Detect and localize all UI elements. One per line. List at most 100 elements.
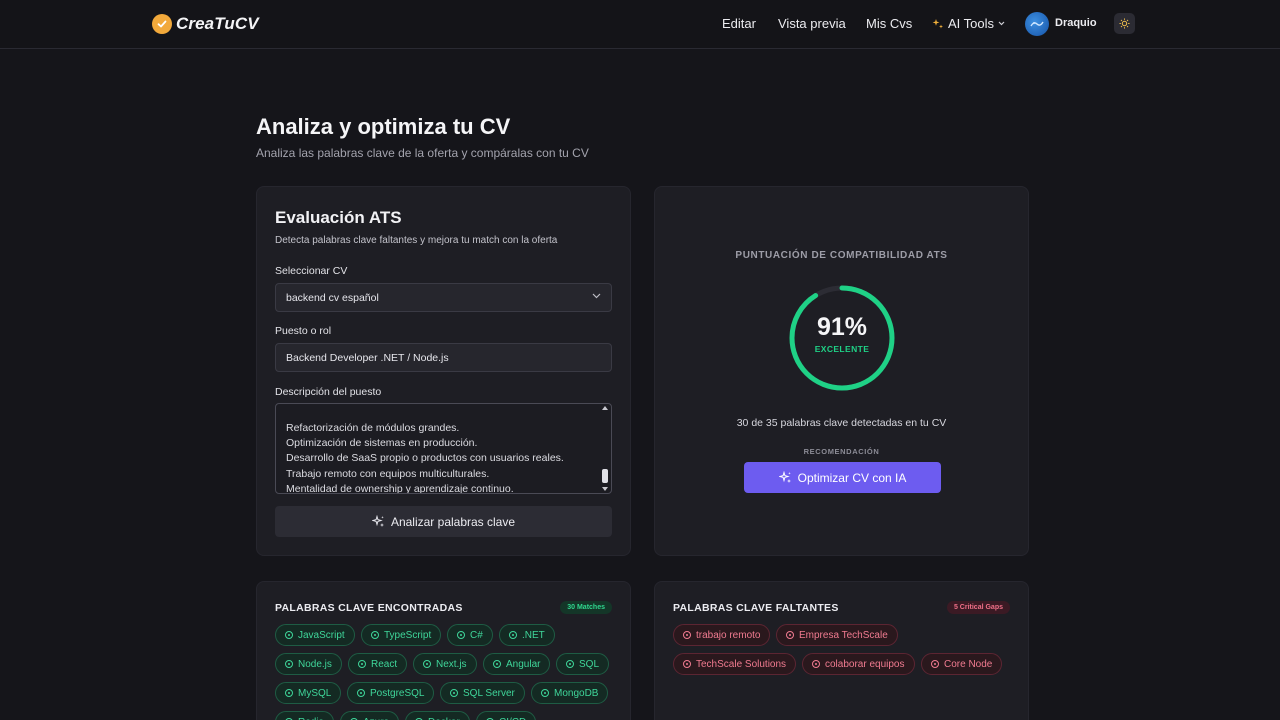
chevron-down-icon bbox=[998, 21, 1005, 26]
keyword-chip: React bbox=[348, 653, 408, 675]
description-line: Refactorización de módulos grandes. bbox=[286, 422, 460, 434]
nav-link-mis-cvs[interactable]: Mis Cvs bbox=[866, 16, 912, 31]
target-icon bbox=[450, 689, 458, 697]
cv-select-value: backend cv español bbox=[286, 291, 379, 304]
keyword-chip-label: TechScale Solutions bbox=[696, 658, 787, 670]
description-line: Trabajo remoto con equipos multicultural… bbox=[286, 467, 490, 480]
keyword-chip: SQL Server bbox=[440, 682, 525, 704]
keyword-chip: PostgreSQL bbox=[347, 682, 435, 704]
chevron-down-icon bbox=[592, 293, 601, 299]
recommendation-label: RECOMENDACIÓN bbox=[803, 447, 880, 456]
keyword-chip-label: React bbox=[371, 658, 398, 670]
keyword-chip: TechScale Solutions bbox=[673, 653, 797, 675]
target-icon bbox=[509, 631, 517, 639]
sparkles-icon bbox=[932, 18, 943, 28]
found-keywords-card: PALABRAS CLAVE ENCONTRADAS 30 Matches Ja… bbox=[256, 581, 631, 720]
target-icon bbox=[371, 631, 379, 639]
cv-select[interactable]: backend cv español bbox=[275, 283, 612, 312]
target-icon bbox=[285, 631, 293, 639]
keyword-chip-label: .NET bbox=[522, 629, 545, 641]
keyword-chip-label: Azure bbox=[363, 717, 389, 720]
scroll-up-arrow[interactable] bbox=[602, 406, 608, 410]
description-line: Optimización de sistemas en producción. bbox=[286, 437, 478, 450]
optimize-cv-button[interactable]: Optimizar CV con IA bbox=[744, 462, 941, 493]
target-icon bbox=[566, 660, 574, 668]
target-icon bbox=[683, 660, 691, 668]
keyword-chip: C# bbox=[447, 624, 493, 646]
target-icon bbox=[285, 660, 293, 668]
description-line: Mentalidad de ownership y aprendizaje co… bbox=[286, 482, 514, 494]
analyze-keywords-button[interactable]: Analizar palabras clave bbox=[275, 506, 612, 537]
keyword-chip: colaborar equipos bbox=[802, 653, 915, 675]
job-description-textarea[interactable]: Refactorización de módulos grandes. Opti… bbox=[275, 403, 612, 494]
keyword-chip-label: Angular bbox=[506, 658, 541, 670]
optimize-button-label: Optimizar CV con IA bbox=[797, 470, 907, 485]
score-gauge: 91% EXCELENTE bbox=[787, 283, 897, 393]
score-heading: PUNTUACIÓN DE COMPATIBILIDAD ATS bbox=[735, 250, 948, 261]
keyword-chip-label: C# bbox=[470, 629, 483, 641]
keyword-chip-label: Node.js bbox=[298, 658, 332, 670]
keyword-chip-label: MySQL bbox=[298, 687, 332, 699]
target-icon bbox=[931, 660, 939, 668]
keyword-chip: Core Node bbox=[921, 653, 1003, 675]
description-line: Desarrollo de SaaS propio o productos co… bbox=[286, 452, 564, 465]
ai-tools-label: AI Tools bbox=[948, 16, 995, 31]
keyword-chip-label: Core Node bbox=[944, 658, 993, 670]
keyword-chip: trabajo remoto bbox=[673, 624, 771, 646]
keyword-chip-label: Redis bbox=[298, 717, 324, 720]
missing-keywords-title: PALABRAS CLAVE FALTANTES bbox=[673, 602, 839, 614]
keyword-chip: Azure bbox=[340, 711, 400, 720]
critical-gaps-badge: 5 Critical Gaps bbox=[946, 601, 1010, 614]
keyword-chip: MySQL bbox=[275, 682, 342, 704]
scroll-thumb[interactable] bbox=[602, 469, 608, 483]
missing-keywords-card: PALABRAS CLAVE FALTANTES 5 Critical Gaps… bbox=[654, 581, 1029, 720]
found-keywords-title: PALABRAS CLAVE ENCONTRADAS bbox=[275, 602, 463, 614]
user-name[interactable]: Draquio bbox=[1055, 17, 1097, 29]
keyword-chip-label: colaborar equipos bbox=[825, 658, 905, 670]
nav-link-vista-previa[interactable]: Vista previa bbox=[778, 16, 846, 31]
keyword-chip-label: Docker bbox=[428, 717, 460, 720]
keyword-chip-label: SQL bbox=[579, 658, 600, 670]
keyword-chip-label: TypeScript bbox=[384, 629, 432, 641]
role-label: Puesto o rol bbox=[275, 325, 332, 337]
keyword-chip-label: CI/CD bbox=[499, 717, 526, 720]
score-label: EXCELENTE bbox=[814, 344, 870, 354]
keyword-chip: SQL bbox=[556, 653, 610, 675]
top-navbar: CreaTuCV Editar Vista previa Mis Cvs AI … bbox=[0, 0, 1280, 49]
logo-text: CreaTuCV bbox=[176, 14, 259, 33]
target-icon bbox=[812, 660, 820, 668]
keyword-chip: .NET bbox=[499, 624, 555, 646]
theme-toggle-button[interactable] bbox=[1114, 13, 1135, 34]
target-icon bbox=[683, 631, 691, 639]
target-icon bbox=[285, 689, 293, 697]
sun-icon bbox=[1119, 18, 1130, 29]
keyword-chip: Redis bbox=[275, 711, 334, 720]
textarea-scrollbar[interactable] bbox=[602, 406, 609, 491]
ats-evaluation-card: Evaluación ATS Detecta palabras clave fa… bbox=[256, 186, 631, 556]
logo[interactable]: CreaTuCV bbox=[152, 13, 259, 35]
role-input[interactable]: Backend Developer .NET / Node.js bbox=[275, 343, 612, 372]
evaluation-title: Evaluación ATS bbox=[275, 208, 402, 227]
description-text: Refactorización de módulos grandes. Opti… bbox=[286, 421, 564, 494]
nav-ai-tools-menu[interactable]: AI Tools bbox=[932, 16, 1005, 31]
target-icon bbox=[358, 660, 366, 668]
sparkles-icon bbox=[371, 515, 384, 527]
nav-link-editar[interactable]: Editar bbox=[722, 16, 756, 31]
keyword-chip-label: trabajo remoto bbox=[696, 629, 761, 641]
keyword-chip: TypeScript bbox=[361, 624, 442, 646]
page-title: Analiza y optimiza tu CV bbox=[256, 114, 511, 139]
user-avatar[interactable] bbox=[1025, 12, 1049, 36]
keyword-chip: Node.js bbox=[275, 653, 342, 675]
keyword-chip-label: JavaScript bbox=[298, 629, 345, 641]
keyword-chip: Empresa TechScale bbox=[776, 624, 898, 646]
keyword-chip: MongoDB bbox=[531, 682, 609, 704]
keyword-chip: Next.js bbox=[413, 653, 477, 675]
sparkles-icon bbox=[778, 471, 791, 483]
target-icon bbox=[357, 689, 365, 697]
keyword-chip: CI/CD bbox=[476, 711, 537, 720]
evaluation-subtitle: Detecta palabras clave faltantes y mejor… bbox=[275, 235, 558, 246]
keyword-chip: Angular bbox=[483, 653, 551, 675]
scroll-down-arrow[interactable] bbox=[602, 487, 608, 491]
score-value: 91% bbox=[816, 313, 868, 341]
keyword-chip-label: PostgreSQL bbox=[370, 687, 425, 699]
